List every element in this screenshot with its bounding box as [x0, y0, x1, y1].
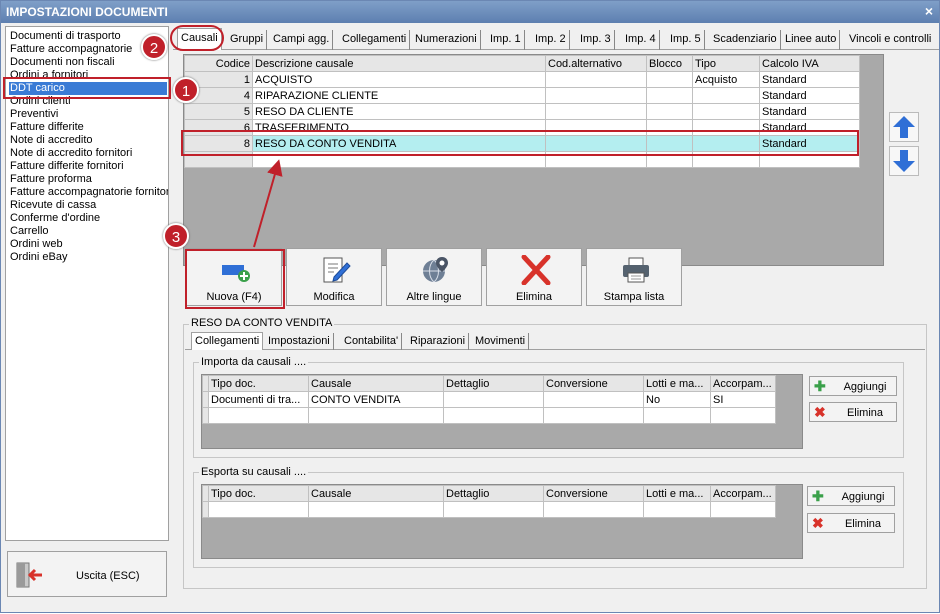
step-marker-2: 2 [141, 34, 167, 60]
settings-window: IMPOSTAZIONI DOCUMENTI × Documenti di tr… [0, 0, 940, 613]
step-marker-3: 3 [163, 223, 189, 249]
step-marker-1: 1 [173, 77, 199, 103]
annotation-arrow [253, 159, 283, 248]
